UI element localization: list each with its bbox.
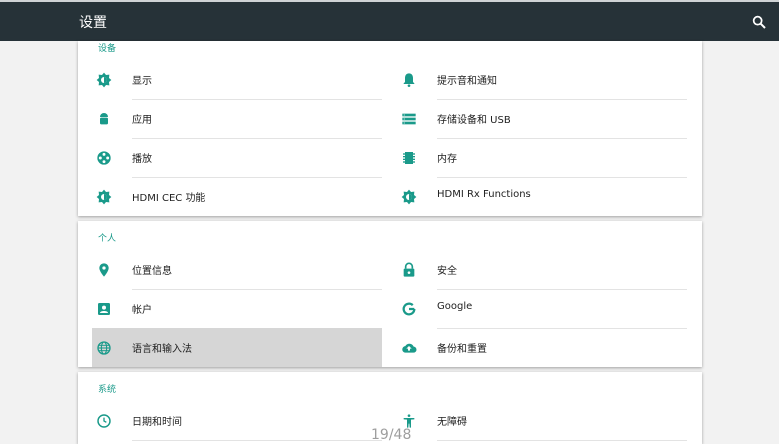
settings-item-label: 位置信息 xyxy=(132,266,172,277)
clock-icon xyxy=(97,414,111,428)
app-bar: 设置 xyxy=(0,0,779,41)
settings-item-hdmi-rx[interactable]: HDMI Rx Functions xyxy=(397,177,687,216)
settings-item-hdmi-cec[interactable]: HDMI CEC 功能 xyxy=(92,177,382,216)
settings-item-apps[interactable]: 应用 xyxy=(92,99,382,138)
settings-item-label: 内存 xyxy=(437,154,457,165)
settings-item-label: 存储设备和 USB xyxy=(437,115,511,126)
settings-item-label: 显示 xyxy=(132,76,152,87)
settings-item-display[interactable]: 显示 xyxy=(92,60,382,99)
globe-icon xyxy=(97,341,111,355)
settings-item-memory[interactable]: 内存 xyxy=(397,138,687,177)
search-icon[interactable] xyxy=(751,14,767,30)
settings-item-backup-reset[interactable]: 备份和重置 xyxy=(397,328,687,367)
settings-item-label: 日期和时间 xyxy=(132,417,182,428)
cloud-upload-icon xyxy=(402,343,417,353)
film-reel-icon xyxy=(97,151,111,165)
section-title: 系统 xyxy=(98,385,117,395)
settings-item-label: Google xyxy=(437,301,473,312)
settings-item-label: 无障碍 xyxy=(437,417,467,428)
settings-item-playback[interactable]: 播放 xyxy=(92,138,382,177)
settings-item-label: 播放 xyxy=(132,154,152,165)
settings-item-label: 帐户 xyxy=(132,305,152,316)
brightness-icon xyxy=(401,189,417,205)
settings-item-label: HDMI CEC 功能 xyxy=(132,193,206,204)
lock-icon xyxy=(403,262,415,277)
settings-item-accessibility[interactable]: 无障碍 xyxy=(397,401,687,440)
settings-item-sound-notifications[interactable]: 提示音和通知 xyxy=(397,60,687,99)
settings-item-label: HDMI Rx Functions xyxy=(437,189,531,200)
brightness-icon xyxy=(96,72,112,88)
section-title: 个人 xyxy=(98,234,117,244)
settings-item-google[interactable]: Google xyxy=(397,289,687,328)
divider xyxy=(132,440,382,441)
brightness-icon xyxy=(96,189,112,205)
settings-item-date-time[interactable]: 日期和时间 xyxy=(92,401,382,440)
settings-item-label: 备份和重置 xyxy=(437,344,487,355)
google-icon xyxy=(402,302,416,316)
location-pin-icon xyxy=(99,263,109,277)
bell-icon xyxy=(403,73,415,87)
android-icon xyxy=(100,113,108,125)
account-box-icon xyxy=(98,303,110,315)
settings-item-location[interactable]: 位置信息 xyxy=(92,250,382,289)
settings-item-label: 应用 xyxy=(132,115,152,126)
section-personal: 个人 位置信息 安全 帐户 Google 语言和输入法 备份和重置 xyxy=(78,221,702,367)
settings-item-accounts[interactable]: 帐户 xyxy=(92,289,382,328)
settings-item-storage-usb[interactable]: 存储设备和 USB xyxy=(397,99,687,138)
settings-item-language-input[interactable]: 语言和输入法 xyxy=(92,328,382,367)
section-device: 设备 显示 提示音和通知 应用 存储设备和 USB 播放 内存 HDMI CEC… xyxy=(78,41,702,216)
settings-item-label: 语言和输入法 xyxy=(132,344,192,355)
page-title: 设置 xyxy=(79,15,107,31)
settings-item-security[interactable]: 安全 xyxy=(397,250,687,289)
memory-chip-icon xyxy=(403,152,415,164)
divider xyxy=(437,440,687,441)
settings-item-label: 安全 xyxy=(437,266,457,277)
section-title: 设备 xyxy=(98,44,117,54)
settings-item-label: 提示音和通知 xyxy=(437,76,497,87)
storage-icon xyxy=(402,113,416,125)
page-counter: 19/48 xyxy=(371,427,412,443)
